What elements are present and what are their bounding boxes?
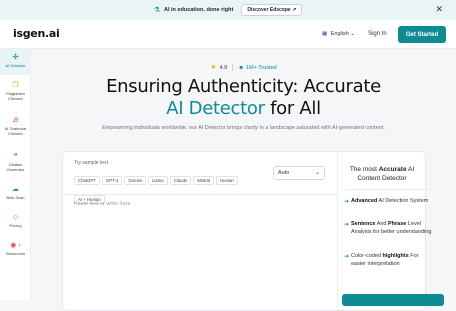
resources-icon: ◉ › (10, 242, 21, 249)
model-select-value: Auto (278, 170, 290, 176)
info-panel-title: The most Accurate AI Content Detector (338, 165, 426, 184)
language-selector[interactable]: ▦ English ⌄ (322, 31, 355, 37)
title-highlight: AI Detector (166, 98, 265, 119)
ai-detector-icon: ✣ (12, 54, 19, 61)
feature-text: And (375, 221, 389, 227)
sidebar-item-label: Resources (5, 251, 26, 256)
feature-item: ➔ Advanced AI Detection System (344, 198, 432, 206)
chevron-down-icon: ⌄ (350, 31, 355, 37)
sidebar-item-label: AI Grammar Checker (4, 126, 27, 136)
trusted-count: 1M+ Trusted (246, 65, 277, 71)
sample-chip-mistral[interactable]: Mistral (193, 176, 214, 185)
sidebar-item-label: Bulk Scan (6, 195, 25, 200)
divider (232, 64, 234, 72)
sidebar-item-citation-generator[interactable]: ❝ Citation Generator (0, 153, 31, 173)
close-banner-icon[interactable]: ✕ (435, 4, 443, 15)
pricing-icon: ◇ (12, 214, 19, 221)
title-part: The most (349, 166, 379, 173)
rating-value: 4.9 (219, 65, 228, 71)
cta-button[interactable] (342, 294, 444, 306)
sidebar-item-ai-grammar-checker[interactable]: Ꭿ AI Grammar Checker (0, 117, 31, 137)
banner-text: AI in education, done right (163, 7, 234, 13)
us-flag-icon: ▦ (322, 31, 328, 37)
bulk-scan-icon: ☁ (12, 186, 19, 193)
citation-icon: ❝ (13, 153, 18, 160)
divider (63, 194, 337, 195)
sidebar-item-label: Pricing (9, 223, 22, 228)
title-bold: Accurate (378, 166, 407, 173)
sidebar: ✣ AI Detector ❐ Plagiarism Checker Ꭿ AI … (0, 49, 31, 300)
sample-chip-claude[interactable]: Claude (169, 176, 192, 185)
get-started-button[interactable]: Get Started (398, 26, 446, 43)
page-title-line2: AI Detector for All (31, 98, 456, 119)
sign-in-link[interactable]: Sign In (368, 31, 387, 37)
feature-bold: Sentence (351, 221, 376, 227)
sidebar-item-label: Plagiarism Checker (6, 91, 25, 101)
feature-bold: Advanced (351, 198, 378, 204)
sample-chip-gemini[interactable]: Gemini (124, 176, 146, 185)
sidebar-item-plagiarism-checker[interactable]: ❐ Plagiarism Checker (0, 82, 31, 102)
discover-edscope-button[interactable]: Discover Edscope ↗ (241, 4, 303, 16)
sample-chip-gpt4[interactable]: GPT-4 (101, 176, 123, 185)
plagiarism-icon: ❐ (12, 82, 19, 89)
announcement-banner: ⚗ AI in education, done right Discover E… (0, 0, 456, 20)
feature-bold: Phrase (388, 221, 407, 227)
language-label: English (330, 31, 349, 37)
info-panel: The most Accurate AI Content Detector ➔ … (338, 152, 444, 310)
page-title-line1: Ensuring Authenticity: Accurate (106, 76, 381, 97)
title-line2: Content Detector (357, 175, 407, 183)
star-icon: ★ (210, 64, 217, 71)
arrow-right-icon: ➔ (344, 222, 350, 228)
sidebar-item-ai-detector[interactable]: ✣ AI Detector (0, 49, 31, 75)
feature-item: ➔ Sentence And Phrase Level Analysis for… (344, 221, 432, 236)
arrow-right-icon: ➔ (344, 254, 350, 260)
chevron-down-icon: ⌄ (314, 170, 320, 176)
discover-edscope-label: Discover Edscope (247, 7, 291, 13)
sample-chip-llama[interactable]: Llama (147, 176, 168, 185)
sidebar-item-pricing[interactable]: ◇ Pricing (0, 214, 31, 229)
page-subtitle: Empowering individuals worldwide, our AI… (102, 125, 385, 131)
rating-bar: ★ 4.9 ☻ 1M+ Trusted (31, 63, 456, 72)
title-part: AI (406, 166, 415, 173)
sidebar-item-label: AI Detector (5, 63, 26, 68)
main-content: ★ 4.9 ☻ 1M+ Trusted Ensuring Authenticity: … (31, 49, 456, 311)
feature-item: ➔ Color-coded highlights For easier inte… (344, 253, 432, 268)
detector-card: Try sample text ChatGPT GPT-4 Gemini Llama C… (62, 151, 444, 311)
sidebar-item-label: Citation Generator (6, 162, 25, 172)
grammar-icon: Ꭿ (12, 117, 19, 124)
education-icon: ⚗ (153, 7, 160, 14)
users-icon: ☻ (238, 65, 244, 71)
title-rest: for All (264, 98, 321, 119)
top-navigation: isgen.ai ▦ English ⌄ Sign In Get Started (0, 20, 456, 49)
sidebar-item-bulk-scan[interactable]: ☁ Bulk Scan (0, 186, 31, 201)
sidebar-item-resources[interactable]: ◉ › Resources (0, 242, 31, 257)
external-link-icon: ↗ (292, 7, 297, 13)
sample-chip-chatgpt[interactable]: ChatGPT (74, 176, 100, 185)
model-select[interactable]: Auto ⌄ (273, 166, 325, 180)
feature-text: Color-coded (351, 253, 383, 259)
feature-text: AI Detection System (377, 198, 429, 204)
feature-bold: highlights (382, 253, 409, 259)
logo[interactable]: isgen.ai (13, 27, 60, 40)
text-input-area[interactable]: Paste text or write here (74, 201, 324, 301)
try-sample-label: Try sample text (74, 160, 108, 166)
divider (346, 189, 432, 190)
arrow-right-icon: ➔ (344, 199, 350, 205)
sample-chip-human[interactable]: Human (215, 176, 238, 185)
